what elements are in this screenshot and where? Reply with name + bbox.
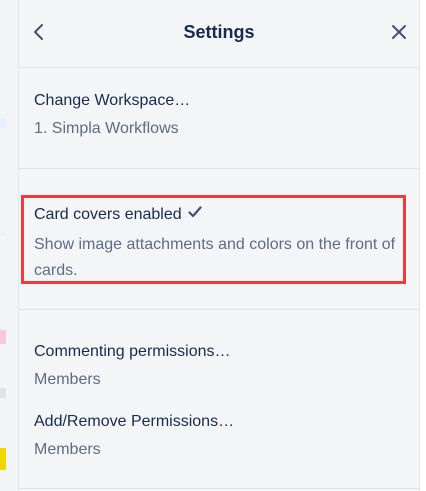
add-remove-permissions-value: Members	[34, 441, 101, 458]
divider	[19, 168, 419, 169]
add-remove-permissions-label: Add/Remove Permissions…	[34, 413, 235, 430]
change-workspace-label: Change Workspace…	[34, 92, 191, 109]
card-covers-toggle[interactable]: Card covers enabled Show image attachmen…	[34, 204, 404, 284]
panel-title: Settings	[183, 22, 255, 42]
card-covers-row: Card covers enabled	[34, 204, 404, 226]
card-covers-label: Card covers enabled	[34, 206, 182, 223]
commenting-permissions-item[interactable]: Commenting permissions… Members	[34, 341, 404, 393]
close-button[interactable]	[385, 18, 413, 46]
board-fragment	[0, 388, 6, 398]
change-workspace-item[interactable]: Change Workspace… 1. Simpla Workflows	[34, 90, 404, 142]
divider	[19, 488, 419, 489]
commenting-permissions-value: Members	[34, 371, 101, 388]
check-icon	[188, 206, 202, 218]
divider	[19, 309, 419, 310]
board-fragment	[0, 448, 6, 470]
workspace-value: 1. Simpla Workflows	[34, 120, 179, 137]
board-fragment	[0, 118, 6, 128]
close-icon	[392, 25, 406, 39]
board-fragment	[0, 232, 6, 236]
right-edge	[420, 0, 426, 491]
panel-header: Settings	[19, 0, 419, 68]
commenting-permissions-label: Commenting permissions…	[34, 343, 231, 360]
background-board-strip	[0, 0, 18, 491]
board-fragment	[0, 330, 6, 344]
add-remove-permissions-item[interactable]: Add/Remove Permissions… Members	[34, 411, 404, 463]
settings-panel: Settings Change Workspace… 1. Simpla Wor…	[18, 0, 420, 491]
divider	[19, 67, 419, 68]
card-covers-description: Show image attachments and colors on the…	[34, 236, 396, 279]
